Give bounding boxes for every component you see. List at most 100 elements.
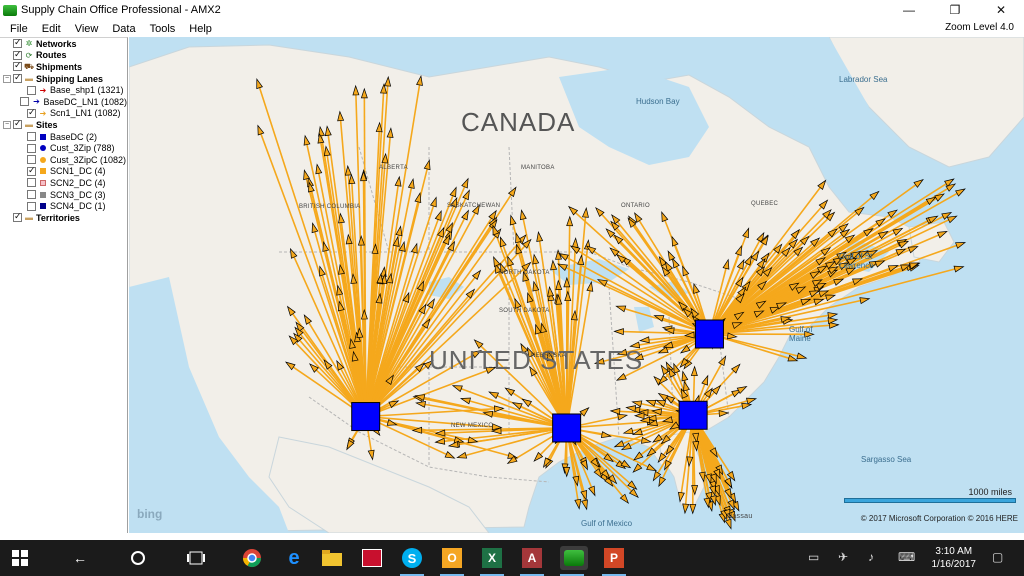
visibility-checkbox[interactable] bbox=[27, 165, 36, 176]
visibility-checkbox[interactable] bbox=[27, 107, 36, 118]
windows-start-icon[interactable] bbox=[8, 546, 32, 570]
tree-item-cust-3zipc-1082[interactable]: Cust_3ZipC (1082) bbox=[0, 154, 127, 166]
visibility-checkbox[interactable] bbox=[13, 118, 22, 130]
tree-item-label: Routes bbox=[36, 50, 67, 61]
tree-item-routes[interactable]: ⟳Routes bbox=[0, 49, 127, 62]
layer-tree: ✲Networks⟳Routes⛟Shipments−▬Shipping Lan… bbox=[0, 37, 128, 533]
visibility-checkbox[interactable] bbox=[13, 60, 22, 72]
tree-item-scn3-dc-3[interactable]: SCN3_DC (3) bbox=[0, 189, 127, 201]
powerpoint-icon[interactable]: P bbox=[602, 546, 626, 576]
navy-square-icon bbox=[39, 202, 47, 210]
tree-item-label: Cust_3Zip (788) bbox=[50, 143, 115, 154]
tree-item-basedc-ln1-1082[interactable]: ➔ BaseDC_LN1 (1082) bbox=[0, 96, 127, 108]
menu-edit[interactable]: Edit bbox=[35, 23, 68, 35]
airplane-mode-icon[interactable]: ✈ bbox=[838, 550, 848, 564]
visibility-checkbox[interactable] bbox=[13, 37, 22, 49]
label-quebec: QUEBEC bbox=[751, 201, 779, 207]
blue-circle-icon bbox=[39, 144, 47, 152]
shipment-icon: ⛟ bbox=[23, 61, 35, 71]
tree-item-label: Cust_3ZipC (1082) bbox=[50, 154, 127, 165]
customer-arrow bbox=[689, 504, 697, 515]
dc-site-marker[interactable] bbox=[552, 413, 582, 443]
customer-arrow bbox=[946, 215, 958, 224]
taskbar: ← e S O X A P ▭ ✈ ♪ ⌨ 3:10 AM 1/16/2017 … bbox=[0, 540, 1024, 576]
back-arrow-icon[interactable]: ← bbox=[68, 546, 92, 570]
scale-label: 1000 miles bbox=[968, 487, 1012, 497]
close-button[interactable]: ✕ bbox=[978, 0, 1024, 20]
tree-item-shipping-lanes[interactable]: − ▬Shipping Lanes bbox=[0, 72, 127, 85]
customer-arrow bbox=[682, 503, 690, 515]
menu-help[interactable]: Help bbox=[182, 23, 219, 35]
tree-item-basedc-2[interactable]: BaseDC (2) bbox=[0, 131, 127, 143]
dc-site-marker[interactable] bbox=[351, 402, 381, 432]
tree-item-sites[interactable]: − ▬Sites bbox=[0, 118, 127, 131]
label-nebraska: NEBRASKA bbox=[531, 353, 567, 359]
menu-tools[interactable]: Tools bbox=[143, 23, 183, 35]
cortana-icon[interactable] bbox=[126, 546, 150, 570]
visibility-checkbox[interactable] bbox=[27, 85, 36, 95]
minimize-button[interactable]: — bbox=[886, 0, 932, 20]
tree-item-scn2-dc-4[interactable]: SCN2_DC (4) bbox=[0, 177, 127, 189]
blue-square-icon bbox=[39, 133, 47, 141]
visibility-checkbox[interactable] bbox=[20, 97, 30, 107]
supply-chain-app-icon[interactable] bbox=[560, 546, 588, 576]
tree-item-shipments[interactable]: ⛟Shipments bbox=[0, 60, 127, 73]
tree-item-base-shp1-1321[interactable]: ➔ Base_shp1 (1321) bbox=[0, 84, 127, 96]
access-icon[interactable]: A bbox=[520, 546, 544, 576]
visibility-checkbox[interactable] bbox=[13, 72, 22, 84]
visibility-checkbox[interactable] bbox=[27, 143, 36, 153]
edge-icon[interactable]: e bbox=[282, 546, 306, 570]
tree-item-label: Territories bbox=[36, 212, 80, 223]
customer-arrow bbox=[746, 397, 758, 405]
tree-item-scn1-ln1-1082[interactable]: ➔Scn1_LN1 (1082) bbox=[0, 107, 127, 120]
menu-view[interactable]: View bbox=[68, 23, 106, 35]
battery-icon[interactable]: ▭ bbox=[808, 550, 819, 564]
restore-button[interactable]: ❐ bbox=[932, 0, 978, 20]
label-new-mexico: NEW MEXICO bbox=[451, 423, 494, 429]
customer-arrow bbox=[955, 188, 966, 197]
label-gulf-st-lawrence: Gulf of St Lawrence bbox=[839, 252, 874, 270]
customer-arrow bbox=[741, 402, 753, 410]
collapse-toggle-icon[interactable]: − bbox=[3, 120, 11, 129]
map-view[interactable]: CANADA UNITED STATES Hudson Bay Labrador… bbox=[129, 37, 1024, 533]
outlook-icon[interactable]: O bbox=[440, 546, 464, 576]
dc-site-marker[interactable] bbox=[678, 400, 708, 430]
volume-icon[interactable]: ♪ bbox=[868, 550, 874, 564]
action-center-icon[interactable]: ▢ bbox=[992, 550, 1003, 564]
system-clock[interactable]: 3:10 AM 1/16/2017 bbox=[932, 545, 977, 571]
keyboard-icon[interactable]: ⌨ bbox=[898, 550, 915, 564]
tree-item-scn1-dc-4[interactable]: SCN1_DC (4) bbox=[0, 165, 127, 178]
customer-arrow bbox=[827, 312, 839, 319]
customer-arrow bbox=[827, 317, 839, 325]
label-gulf-mexico: Gulf of Mexico bbox=[581, 519, 633, 528]
red-arrow-icon: ➔ bbox=[39, 85, 47, 95]
store-app-icon[interactable] bbox=[360, 546, 384, 570]
tree-item-label: SCN3_DC (3) bbox=[50, 189, 106, 200]
chrome-icon[interactable] bbox=[240, 546, 264, 570]
visibility-checkbox[interactable] bbox=[27, 132, 36, 142]
visibility-checkbox[interactable] bbox=[13, 49, 22, 60]
label-north-dakota: NORTH DAKOTA bbox=[499, 270, 550, 276]
tree-item-cust-3zip-788[interactable]: Cust_3Zip (788) bbox=[0, 142, 127, 154]
file-explorer-icon[interactable] bbox=[320, 546, 344, 570]
dc-site-marker[interactable] bbox=[694, 319, 724, 349]
task-view-icon[interactable] bbox=[184, 546, 208, 570]
excel-icon[interactable]: X bbox=[480, 546, 504, 576]
visibility-checkbox[interactable] bbox=[27, 155, 36, 165]
menu-data[interactable]: Data bbox=[105, 23, 142, 35]
visibility-checkbox[interactable] bbox=[27, 178, 36, 188]
menu-file[interactable]: File bbox=[0, 23, 35, 35]
visibility-checkbox[interactable] bbox=[27, 201, 36, 211]
visibility-checkbox[interactable] bbox=[27, 190, 36, 200]
tree-item-networks[interactable]: ✲Networks bbox=[0, 37, 127, 50]
tree-item-scn4-dc-1[interactable]: SCN4_DC (1) bbox=[0, 200, 127, 212]
tree-item-label: Scn1_LN1 (1082) bbox=[50, 108, 121, 119]
skype-icon[interactable]: S bbox=[400, 546, 424, 576]
visibility-checkbox[interactable] bbox=[13, 211, 22, 223]
collapse-toggle-icon[interactable]: − bbox=[3, 74, 11, 83]
tree-item-territories[interactable]: ▬Territories bbox=[0, 211, 127, 224]
title-bar: Supply Chain Office Professional - AMX2 … bbox=[0, 0, 1024, 20]
label-canada: CANADA bbox=[461, 107, 576, 137]
customer-arrow bbox=[613, 440, 625, 448]
territory-icon: ▬ bbox=[25, 213, 33, 223]
